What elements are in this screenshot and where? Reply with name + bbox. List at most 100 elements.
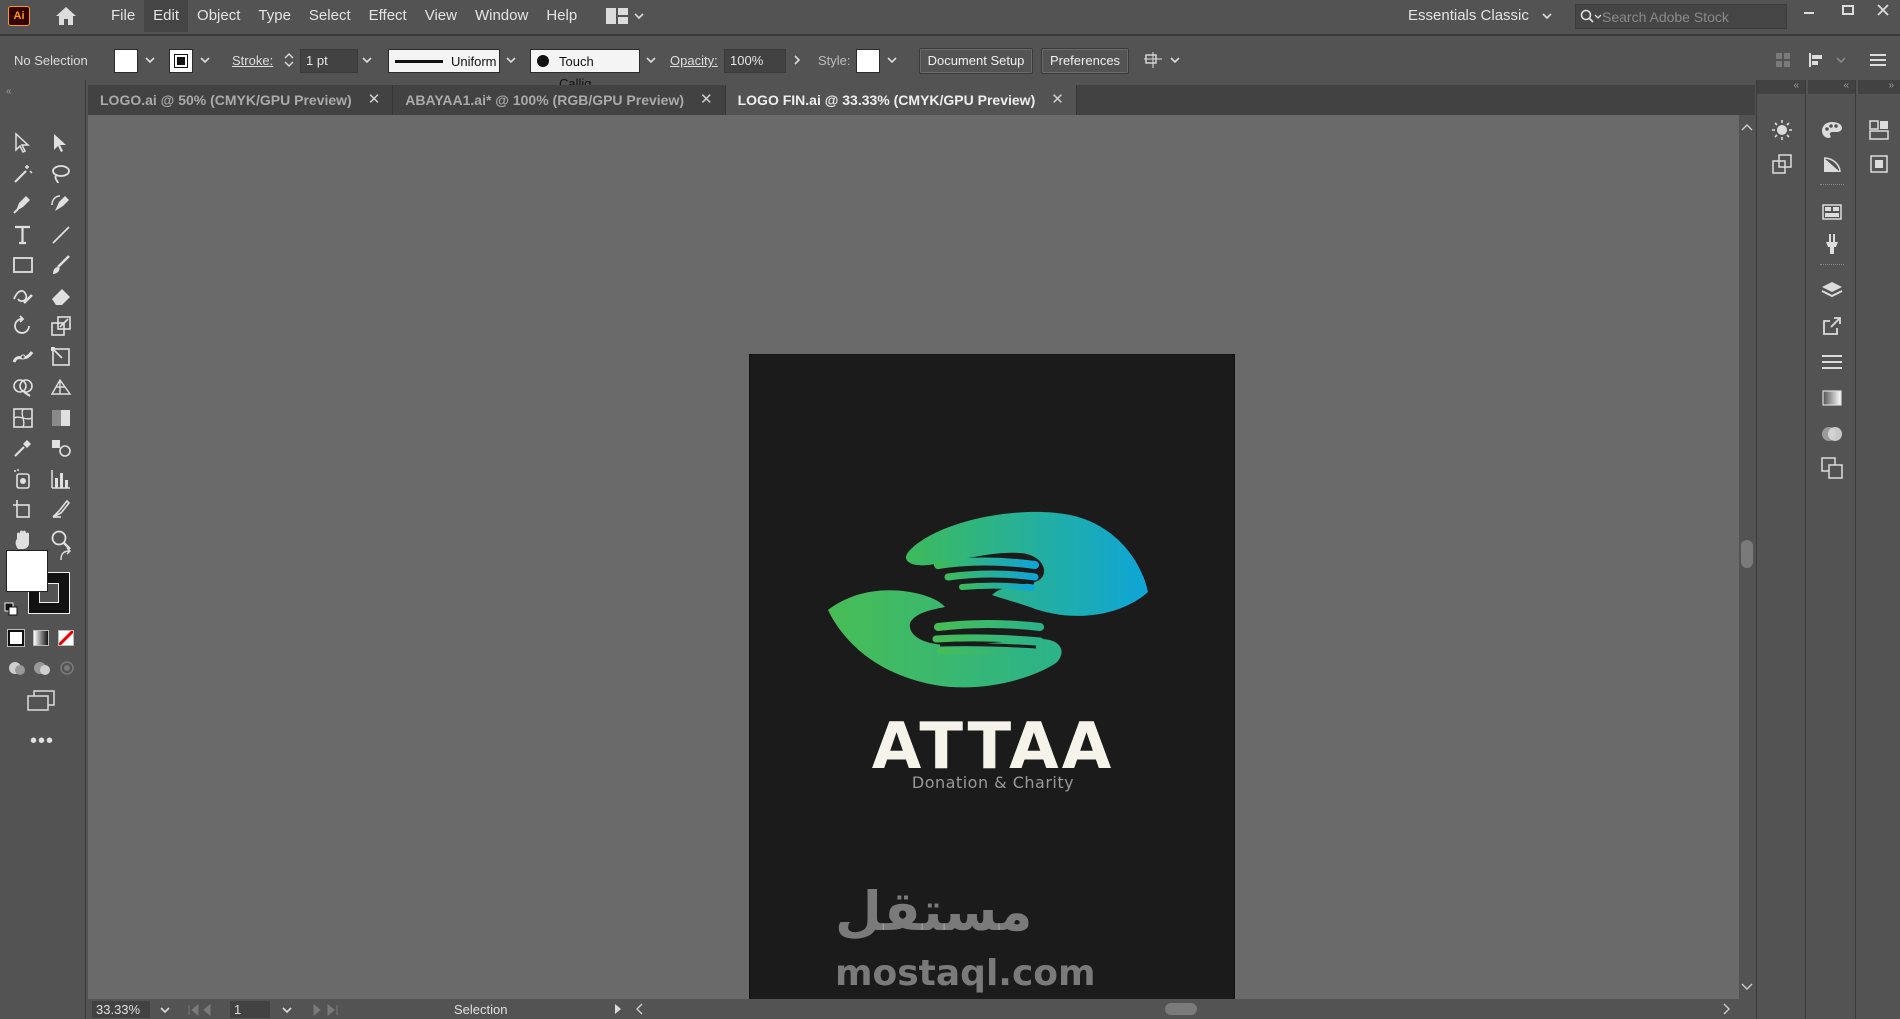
horizontal-scroll-thumb[interactable] [1165, 1003, 1197, 1015]
panel-menu-icon[interactable] [1868, 52, 1888, 68]
dock-collapse-icon[interactable]: « [1808, 80, 1855, 94]
arrange-dropdown[interactable] [1168, 52, 1182, 68]
stroke-label[interactable]: Stroke: [232, 53, 273, 68]
mesh-tool-icon[interactable] [8, 405, 38, 431]
dock-collapse-icon[interactable]: » [1858, 80, 1900, 94]
gradient-tool-icon[interactable] [46, 405, 76, 431]
artboards-icon[interactable] [1865, 150, 1893, 178]
stroke-dropdown[interactable] [198, 52, 212, 68]
horizontal-scrollbar[interactable] [625, 999, 1739, 1019]
scale-tool-icon[interactable] [46, 313, 76, 339]
hand-tool-icon[interactable] [8, 527, 38, 553]
color-mode-button[interactable] [7, 629, 25, 647]
pathfinder-icon[interactable] [1818, 454, 1846, 482]
menu-window[interactable]: Window [466, 0, 537, 32]
close-tab-icon[interactable]: ✕ [1051, 85, 1064, 115]
stroke-weight-stepper[interactable] [282, 52, 296, 68]
screen-mode-icon[interactable] [26, 690, 56, 715]
swatches-icon[interactable] [1818, 198, 1846, 226]
close-tab-icon[interactable]: ✕ [368, 85, 381, 115]
dock-collapse-icon[interactable]: « [1757, 80, 1805, 94]
stroke-panel-icon[interactable] [1818, 348, 1846, 376]
draw-inside-icon[interactable] [58, 660, 76, 679]
close-tab-icon[interactable]: ✕ [700, 85, 713, 115]
align-icon[interactable] [1806, 52, 1828, 68]
tab-logo[interactable]: LOGO.ai @ 50% (CMYK/GPU Preview) ✕ [88, 85, 394, 115]
fill-dropdown[interactable] [143, 52, 157, 68]
graphic-style-dropdown[interactable] [885, 52, 899, 68]
stroke-profile-dropdown[interactable] [504, 52, 518, 68]
grid-icon[interactable] [1774, 52, 1792, 68]
color-palette-icon[interactable] [1818, 116, 1846, 144]
swap-colors-icon[interactable] [58, 547, 74, 567]
brush-dropdown[interactable] [644, 52, 658, 68]
align-dropdown[interactable] [1834, 52, 1848, 68]
close-window-button[interactable] [1868, 0, 1898, 20]
width-tool-icon[interactable] [8, 344, 38, 370]
rectangle-tool-icon[interactable] [8, 252, 38, 278]
panel-collapse-icon[interactable]: « [6, 86, 12, 97]
graph-tool-icon[interactable] [46, 466, 76, 492]
brush-select[interactable]: Touch Callig... [530, 49, 640, 91]
free-transform-tool-icon[interactable] [46, 344, 76, 370]
menu-edit[interactable]: Edit [144, 0, 189, 32]
menu-file[interactable]: File [102, 0, 144, 32]
opacity-slider-toggle[interactable] [790, 52, 804, 68]
artboard-number-input[interactable]: 1 [230, 1001, 270, 1018]
workspace-switcher[interactable]: Essentials Classic [1408, 0, 1553, 32]
menu-object[interactable]: Object [188, 0, 249, 32]
transform-icon[interactable] [1768, 150, 1796, 178]
fill-swatch[interactable] [114, 49, 138, 73]
menu-help[interactable]: Help [537, 0, 586, 32]
paintbrush-tool-icon[interactable] [46, 252, 76, 278]
pen-tool-icon[interactable] [8, 191, 38, 217]
transparency-icon[interactable] [1818, 420, 1846, 448]
perspective-grid-tool-icon[interactable] [46, 374, 76, 400]
stroke-weight-dropdown[interactable] [360, 52, 374, 68]
magic-wand-tool-icon[interactable] [8, 161, 38, 187]
slice-tool-icon[interactable] [46, 496, 76, 522]
curvature-tool-icon[interactable] [46, 191, 76, 217]
brushes-icon[interactable] [1818, 230, 1846, 258]
artboard-tool-icon[interactable] [8, 496, 38, 522]
draw-normal-icon[interactable] [8, 660, 26, 679]
shape-builder-tool-icon[interactable] [8, 374, 38, 400]
arrange-documents-button[interactable] [606, 8, 644, 24]
opacity-label[interactable]: Opacity: [670, 53, 718, 68]
export-icon[interactable] [1818, 312, 1846, 340]
selection-tool-icon[interactable] [8, 130, 38, 156]
menu-view[interactable]: View [416, 0, 466, 32]
vertical-scrollbar[interactable] [1739, 115, 1755, 999]
libraries-icon[interactable] [1865, 116, 1893, 144]
panel-group-grip[interactable] [1820, 184, 1844, 187]
zoom-level-input[interactable]: 33.33% [92, 1001, 150, 1018]
lasso-tool-icon[interactable] [46, 161, 76, 187]
stroke-weight-input[interactable]: 1 pt [300, 49, 358, 73]
blend-tool-icon[interactable] [46, 435, 76, 461]
home-icon[interactable] [52, 4, 80, 28]
search-stock-input[interactable]: Search Adobe Stock [1575, 4, 1787, 29]
none-mode-button[interactable] [58, 630, 74, 646]
tab-logo-fin[interactable]: LOGO FIN.ai @ 33.33% (CMYK/GPU Preview) … [725, 85, 1077, 115]
stroke-swatch[interactable] [169, 49, 193, 73]
opacity-input[interactable]: 100% [724, 49, 786, 73]
default-colors-icon[interactable] [4, 602, 18, 619]
vertical-scroll-thumb[interactable] [1741, 540, 1753, 568]
properties-sun-icon[interactable] [1768, 116, 1796, 144]
arrange-icon[interactable] [1142, 52, 1164, 68]
line-segment-tool-icon[interactable] [46, 222, 76, 248]
preferences-button[interactable]: Preferences [1041, 48, 1129, 74]
document-setup-button[interactable]: Document Setup [919, 48, 1033, 74]
maximize-button[interactable] [1833, 0, 1863, 20]
edit-toolbar-icon[interactable]: ••• [30, 730, 54, 753]
canvas-area[interactable]: ATTAA Donation & Charity [88, 115, 1739, 1019]
shaper-tool-icon[interactable] [8, 283, 38, 309]
fill-color-box[interactable] [6, 550, 48, 592]
draw-behind-icon[interactable] [33, 660, 51, 679]
symbol-sprayer-tool-icon[interactable] [8, 466, 38, 492]
gradient-panel-icon[interactable] [1818, 384, 1846, 412]
minimize-button[interactable] [1794, 0, 1824, 20]
layers-icon[interactable] [1818, 276, 1846, 304]
eyedropper-tool-icon[interactable] [8, 435, 38, 461]
stroke-profile-select[interactable]: Uniform [388, 49, 500, 73]
